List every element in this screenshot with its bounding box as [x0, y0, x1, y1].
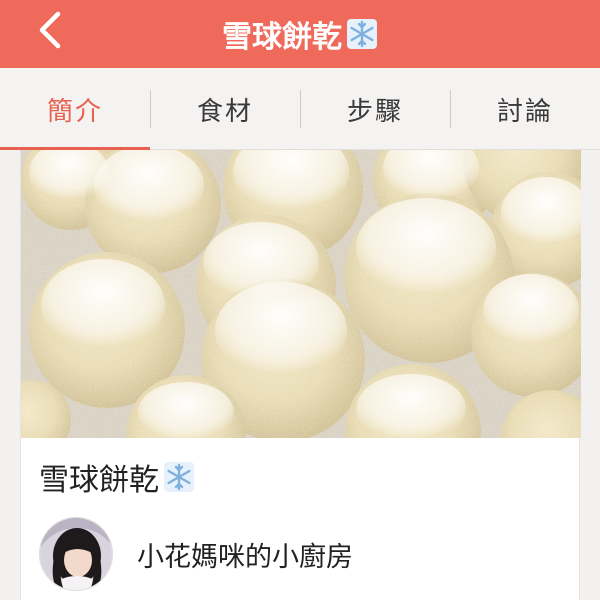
tab-discussion[interactable]: 討論 [450, 68, 600, 150]
recipe-title: 雪球餅乾 [39, 455, 195, 499]
tab-intro[interactable]: 簡介 [0, 68, 150, 150]
recipe-title-text: 雪球餅乾 [39, 463, 159, 498]
app: 雪球餅乾 簡介 食材 步驟 討論 雪球餅乾 小花媽咪的小廚房 [0, 0, 600, 600]
avatar[interactable] [39, 517, 113, 591]
chevron-left-icon [39, 11, 61, 49]
snowflake-icon [163, 461, 195, 493]
page-title: 雪球餅乾 [222, 12, 378, 56]
recipe-card: 雪球餅乾 小花媽咪的小廚房 [20, 150, 581, 600]
back-button[interactable] [26, 6, 74, 54]
tab-steps[interactable]: 步驟 [300, 68, 450, 150]
snowflake-icon [346, 18, 378, 50]
page-title-text: 雪球餅乾 [222, 20, 342, 55]
author-row[interactable]: 小花媽咪的小廚房 [39, 517, 353, 591]
top-bar: 雪球餅乾 [0, 0, 600, 68]
recipe-photo[interactable] [21, 150, 581, 438]
tab-bar: 簡介 食材 步驟 討論 [0, 68, 600, 150]
tab-ingredients[interactable]: 食材 [150, 68, 300, 150]
author-name[interactable]: 小花媽咪的小廚房 [137, 535, 353, 574]
